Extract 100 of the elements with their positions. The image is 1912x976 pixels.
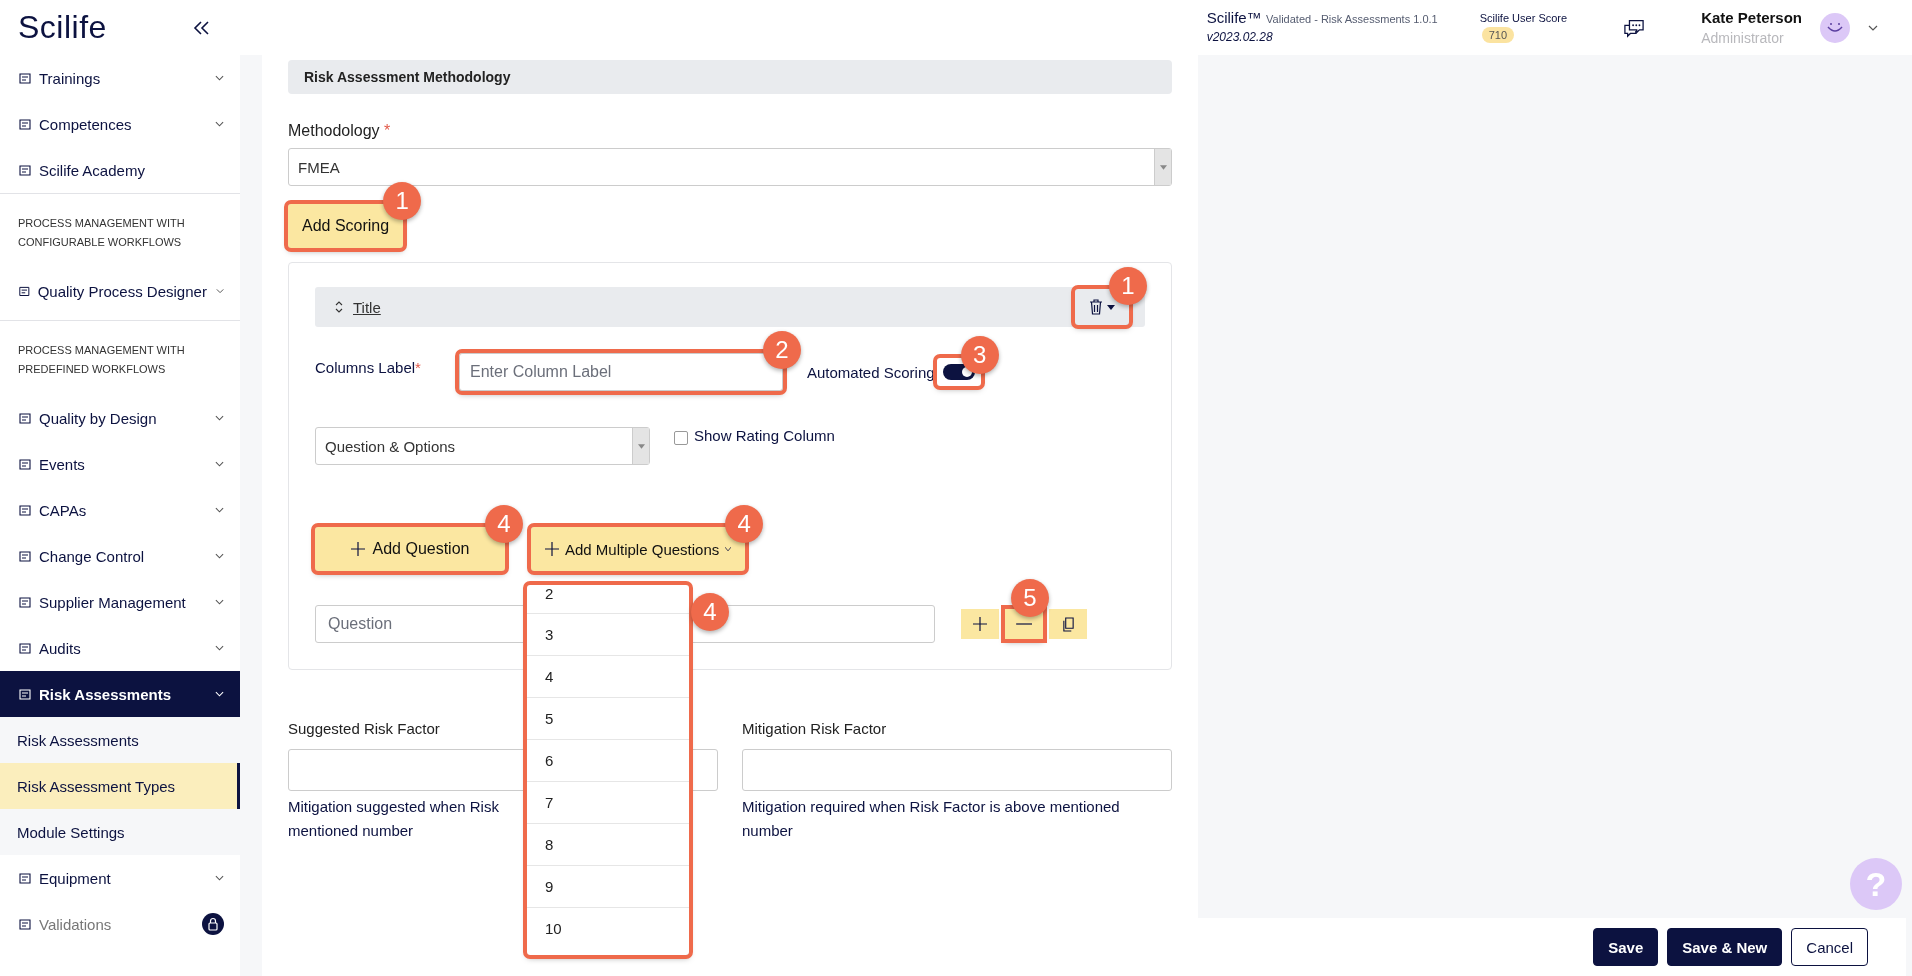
- help-text: Mitigation required when Risk Factor is above mentioned number: [742, 797, 1121, 841]
- version-text: v2023.02.28: [1206, 29, 1274, 46]
- chevron-down-icon: [215, 121, 224, 127]
- sidebar-subitem[interactable]: Risk Assessment Types: [0, 763, 240, 809]
- module-icon: [18, 411, 32, 425]
- copy-icon: [1061, 616, 1075, 632]
- user-role: Administrator: [1701, 28, 1785, 48]
- sidebar-item[interactable]: CAPAs: [0, 487, 240, 533]
- score-badge: 710: [1481, 27, 1515, 43]
- module-icon: [18, 641, 32, 655]
- plus-icon: [545, 542, 559, 556]
- module-icon: [18, 595, 32, 609]
- caret-icon: [1159, 164, 1167, 170]
- methodology-select[interactable]: FMEA: [288, 148, 1172, 186]
- field-label: Methodology: [288, 122, 380, 139]
- sidebar-item[interactable]: Equipment: [0, 855, 240, 901]
- plus-icon: [973, 617, 987, 631]
- menu-option[interactable]: 3: [527, 614, 689, 656]
- step-badge: 2: [763, 331, 801, 369]
- section-heading: PROCESS MANAGEMENT WITH PREDEFINED WORKFLOWS: [18, 343, 186, 377]
- add-row-button[interactable]: [961, 609, 999, 639]
- chevron-down-icon: [215, 75, 224, 81]
- step-badge: 4: [725, 505, 764, 543]
- sidebar-item[interactable]: Quality by Design: [0, 395, 240, 441]
- caret-icon: [725, 547, 732, 551]
- module-icon: [18, 917, 32, 931]
- app-detail: Validated - Risk Assessments 1.0.1: [1266, 13, 1438, 25]
- help-text: Mitigation suggested when Risk: [288, 797, 499, 817]
- checkbox-label: Show Rating Column: [694, 427, 835, 444]
- logo: Scilife: [18, 9, 107, 46]
- sidebar-item[interactable]: Trainings: [0, 55, 240, 101]
- chevron-down-icon: [215, 691, 224, 697]
- type-select[interactable]: Question & Options: [315, 427, 650, 465]
- step-badge: 1: [383, 182, 422, 220]
- sidebar-item[interactable]: Events: [0, 441, 240, 487]
- chevron-down-icon: [215, 507, 224, 513]
- menu-option[interactable]: 5: [527, 698, 689, 740]
- sidebar-item[interactable]: Change Control: [0, 533, 240, 579]
- save-button[interactable]: Save: [1593, 928, 1659, 966]
- module-icon: [18, 71, 32, 85]
- sort-icon[interactable]: [335, 301, 343, 313]
- module-icon: [18, 117, 32, 131]
- field-label: Mitigation Risk Factor: [742, 720, 887, 737]
- step-badge: 3: [960, 336, 999, 374]
- step-badge: 4: [691, 593, 729, 631]
- risk-factor-field[interactable]: [742, 749, 1172, 791]
- save-button[interactable]: Save & New: [1667, 928, 1783, 966]
- checkbox[interactable]: [674, 431, 688, 445]
- menu-option[interactable]: 8: [527, 824, 689, 866]
- module-icon: [18, 503, 32, 517]
- copy-button[interactable]: [1049, 609, 1087, 639]
- field-label: Columns Label*: [315, 359, 422, 376]
- cancel-button[interactable]: Cancel: [1791, 928, 1868, 966]
- sidebar-subitem[interactable]: Module Settings: [0, 809, 240, 855]
- chevron-down-icon[interactable]: [1868, 24, 1878, 31]
- step-badge: 5: [1011, 579, 1049, 617]
- module-icon: [18, 163, 32, 177]
- trash-icon: [1089, 299, 1103, 315]
- menu-option[interactable]: 10: [527, 908, 689, 949]
- sidebar-item[interactable]: Supplier Management: [0, 579, 240, 625]
- app-name: Scilife™: [1206, 9, 1262, 26]
- module-icon: [18, 549, 32, 563]
- score-label: Scilife User Score: [1479, 12, 1568, 24]
- help-text: mentioned number: [288, 821, 414, 841]
- menu-option[interactable]: 6: [527, 740, 689, 782]
- user-name: Kate Peterson: [1701, 7, 1802, 28]
- sidebar-item[interactable]: Competences: [0, 101, 240, 147]
- sidebar-subitem[interactable]: Risk Assessments: [0, 717, 240, 763]
- sidebar-item[interactable]: Risk Assessments: [0, 671, 240, 717]
- sidebar-item[interactable]: Scilife Academy: [0, 147, 240, 193]
- menu-option[interactable]: 2: [527, 585, 689, 614]
- caret-icon: [1107, 304, 1115, 310]
- caret-icon: [637, 443, 645, 449]
- menu-option[interactable]: 7: [527, 782, 689, 824]
- chevron-down-icon: [215, 461, 224, 467]
- chevron-down-icon: [215, 288, 224, 294]
- collapse-icon[interactable]: [192, 19, 210, 36]
- sidebar-item[interactable]: Quality Process Designer: [0, 268, 240, 314]
- menu-option[interactable]: 9: [527, 866, 689, 908]
- sidebar-item[interactable]: Audits: [0, 625, 240, 671]
- section-header: Risk Assessment Methodology: [288, 60, 1172, 94]
- sidebar-item[interactable]: Validations: [0, 901, 240, 947]
- module-icon: [18, 687, 32, 701]
- field-label: Suggested Risk Factor: [288, 720, 440, 737]
- module-icon: [18, 284, 31, 298]
- lock-icon: [202, 913, 224, 935]
- section-heading: PROCESS MANAGEMENT WITH CONFIGURABLE WORKFLOWS: [18, 216, 186, 250]
- plus-icon: [350, 542, 365, 556]
- module-icon: [18, 457, 32, 471]
- chevron-down-icon: [215, 553, 224, 559]
- avatar-icon[interactable]: [1820, 12, 1850, 43]
- menu-option[interactable]: 4: [527, 656, 689, 698]
- card-title[interactable]: Title: [353, 298, 381, 316]
- minus-icon: [1016, 623, 1032, 625]
- chevron-down-icon: [215, 875, 224, 881]
- step-badge: 4: [485, 505, 523, 543]
- chevron-down-icon: [215, 415, 224, 421]
- step-badge: 1: [1109, 267, 1147, 305]
- chevron-down-icon: [215, 599, 224, 605]
- chat-icon[interactable]: [1623, 17, 1646, 38]
